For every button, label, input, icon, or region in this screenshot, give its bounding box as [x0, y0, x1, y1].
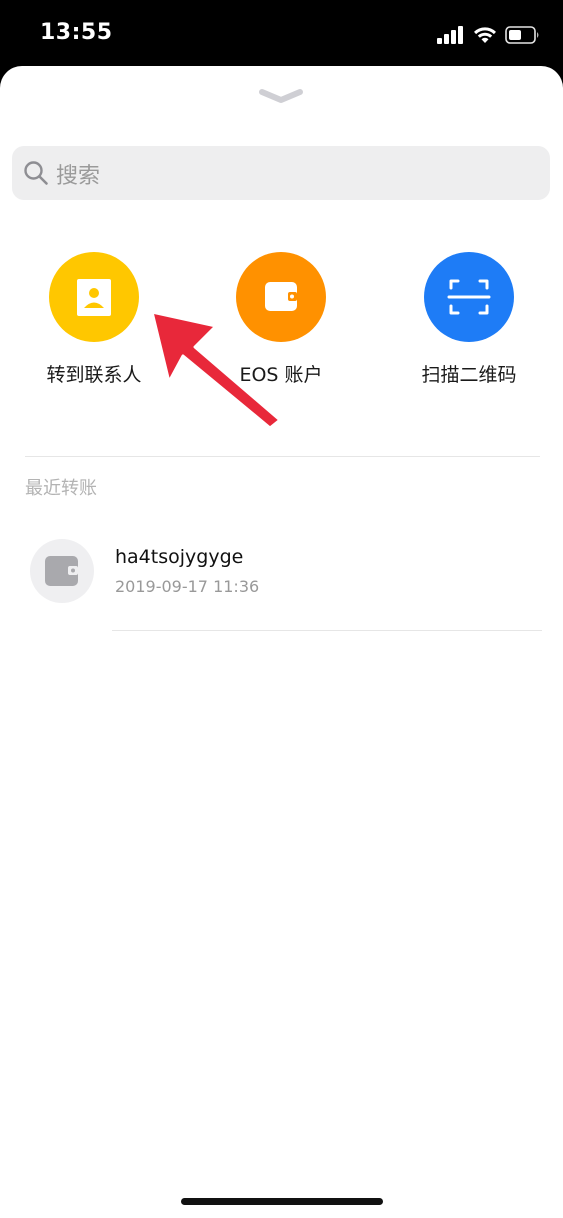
contact-card-icon	[49, 252, 139, 342]
home-indicator	[181, 1198, 383, 1205]
transfer-to-contact-label: 转到联系人	[46, 364, 142, 386]
eos-account-label: EOS 账户	[239, 364, 323, 386]
search-icon	[24, 161, 48, 185]
transfer-to-contact-button[interactable]: 转到联系人	[14, 252, 174, 402]
scan-qr-code-button[interactable]: 扫描二维码	[389, 252, 549, 402]
recent-transfer-item[interactable]: ha4tsojygyge 2019-09-17 11:36	[0, 532, 563, 628]
battery-icon	[505, 26, 539, 44]
search-input[interactable]: 搜索	[12, 146, 550, 200]
wifi-icon	[474, 27, 496, 43]
status-bar: 13:55	[0, 0, 563, 68]
cellular-signal-icon	[437, 26, 463, 44]
chevron-down-icon[interactable]	[258, 88, 304, 104]
eos-account-button[interactable]: EOS 账户	[201, 252, 361, 402]
section-divider	[25, 456, 540, 457]
status-icons	[437, 22, 541, 48]
search-placeholder: 搜索	[56, 164, 101, 189]
recent-transfer-time: 2019-09-17 11:36	[115, 577, 260, 596]
row-divider	[112, 630, 542, 631]
scan-qr-code-label: 扫描二维码	[421, 364, 517, 386]
recent-transfers-title: 最近转账	[25, 478, 97, 499]
wallet-icon	[30, 539, 94, 603]
recent-account-name: ha4tsojygyge	[115, 546, 244, 568]
qr-scan-icon	[424, 252, 514, 342]
wallet-icon	[236, 252, 326, 342]
status-time: 13:55	[40, 20, 113, 45]
transfer-sheet: 搜索 转到联系人 EOS 账户 扫描二维码 最近转账 ha4tsojygyge …	[0, 66, 563, 1218]
